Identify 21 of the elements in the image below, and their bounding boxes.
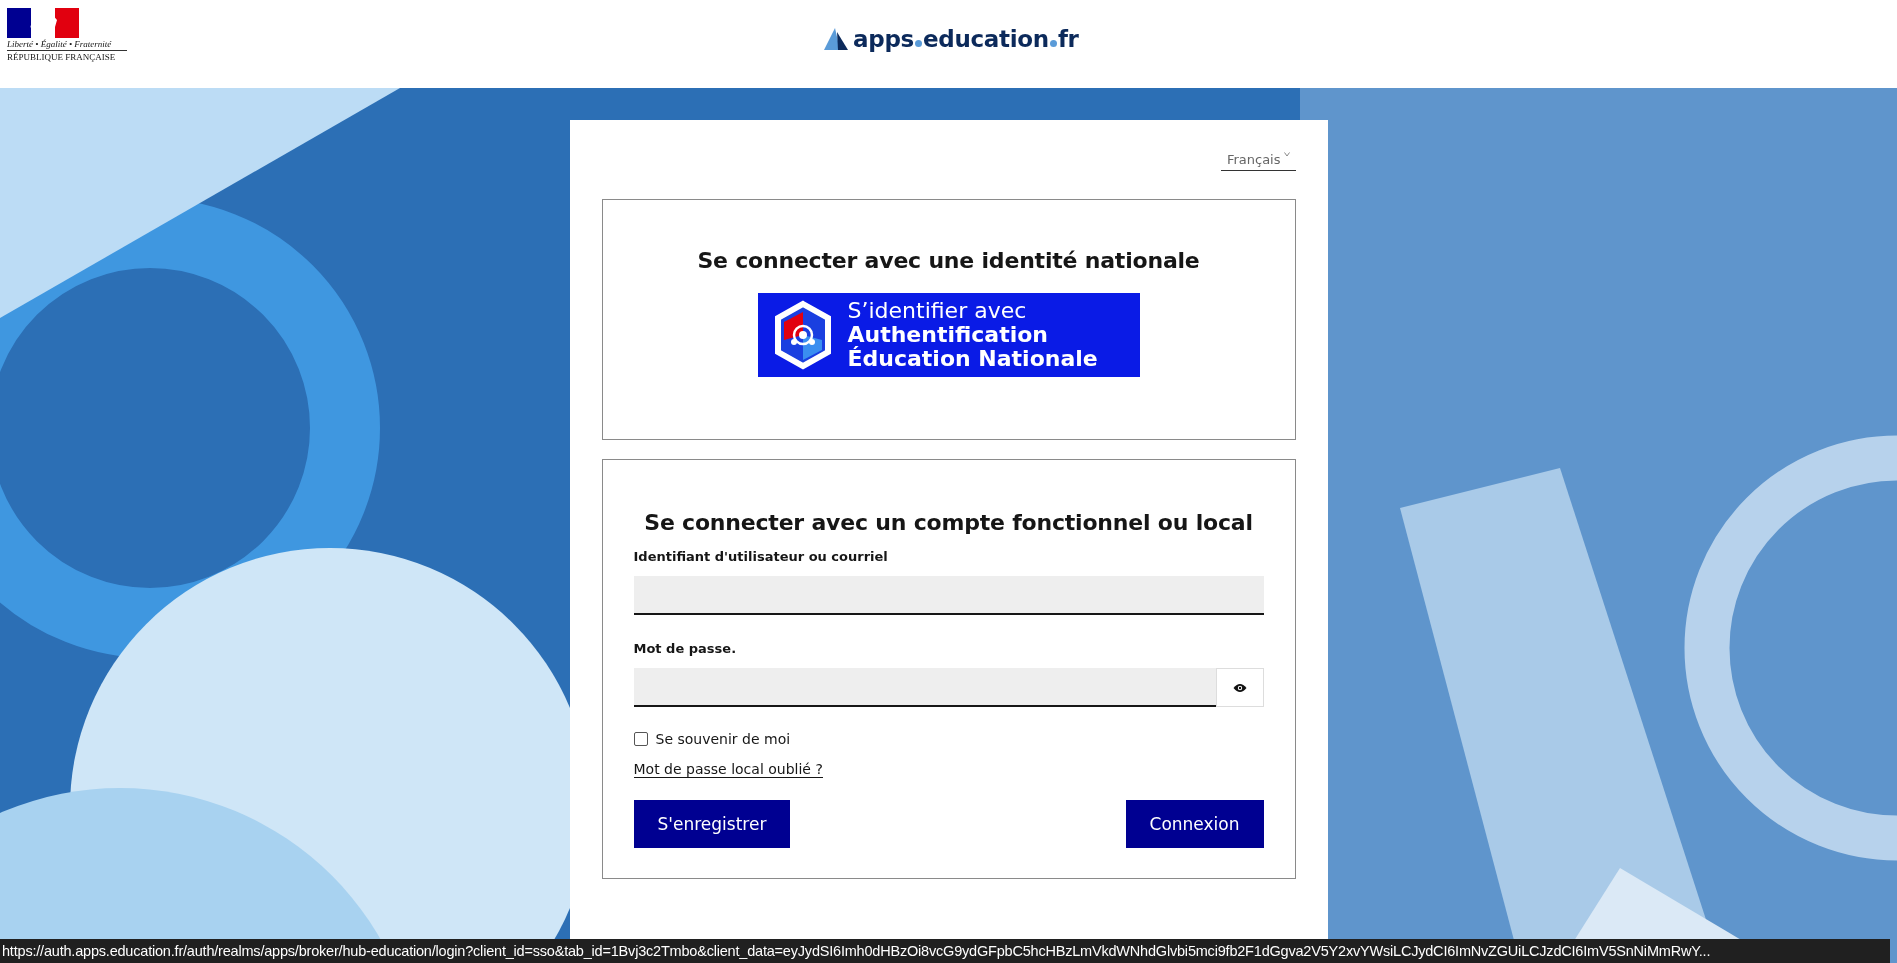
- section-title: Se connecter avec une identité nationale: [697, 248, 1200, 273]
- motto-text: Liberté • Égalité • Fraternité: [7, 38, 127, 51]
- password-field[interactable]: [633, 668, 1216, 707]
- section-title: Se connecter avec un compte fonctionnel ou local: [643, 510, 1254, 535]
- site-logo-text: apps education fr: [853, 26, 1079, 52]
- checkbox-label: Se souvenir de moi: [655, 731, 791, 747]
- field-label: Identifiant d'utilisateur ou courriel: [633, 549, 889, 564]
- username-field[interactable]: [633, 576, 1264, 615]
- language-select[interactable]: Français: [1220, 150, 1296, 171]
- eye-icon: [1232, 682, 1247, 693]
- remember-checkbox[interactable]: [633, 732, 648, 746]
- caret-icon: [1283, 152, 1290, 157]
- triangle-logo-icon: [824, 28, 850, 50]
- field-label: Mot de passe.: [633, 641, 738, 656]
- republic-name: RÉPUBLIQUE FRANÇAISE: [7, 52, 117, 62]
- login-button[interactable]: Connexion: [1125, 800, 1264, 848]
- show-password-button[interactable]: [1215, 668, 1264, 707]
- national-authentication-button[interactable]: S’identifier avec Authentification Éducation Nationale: [757, 293, 1140, 377]
- link-status-bar: https://auth.apps.education.fr/auth/realms/apps/broker/hub-education/login?client_id=sso&tab_id=1Bvj3c2Tmbo&client_data=eyJydSI6Imh0dHBzOi8vcG9ydGFpbC5hcHBzLmVkdWNhdGlvbi5mci9fb2F1dGgva2V5Y2xvYWsiLCJydCI6ImNvZGUiLCJzdCI6ImV5SnNiMmRwY...: [0, 939, 1890, 963]
- forgot-password-link[interactable]: Mot de passe local oublié ?: [633, 761, 823, 778]
- register-button[interactable]: S'enregistrer: [633, 800, 791, 848]
